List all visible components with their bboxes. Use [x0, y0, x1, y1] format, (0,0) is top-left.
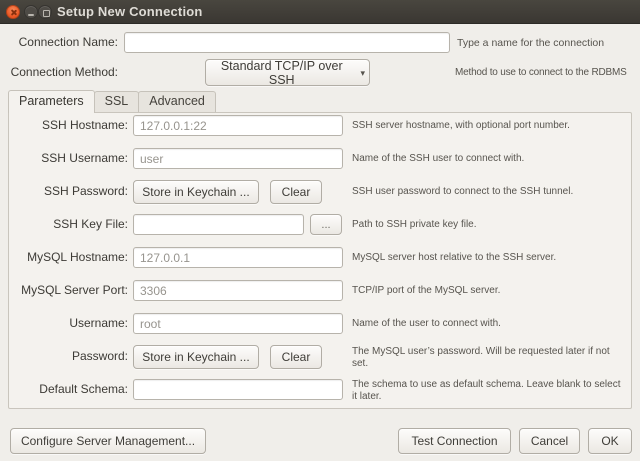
mysql-port-input[interactable] — [133, 280, 343, 301]
ssh-username-input[interactable] — [133, 148, 343, 169]
username-row: Username: Name of the user to connect wi… — [9, 313, 631, 335]
default-schema-hint: The schema to use as default schema. Lea… — [352, 379, 628, 403]
password-hint: The MySQL user’s password. Will be reque… — [352, 346, 628, 370]
connection-method-dropdown[interactable]: Standard TCP/IP over SSH ▾ — [205, 59, 370, 86]
parameters-panel: SSH Hostname: SSH server hostname, with … — [8, 112, 632, 409]
ssh-username-label: SSH Username: — [9, 148, 128, 169]
chevron-down-icon: ▾ — [360, 68, 365, 78]
ssh-hostname-row: SSH Hostname: SSH server hostname, with … — [9, 115, 631, 137]
ssh-username-hint: Name of the SSH user to connect with. — [352, 148, 628, 169]
connection-method-label: Connection Method: — [0, 62, 118, 83]
ssh-hostname-hint: SSH server hostname, with optional port … — [352, 115, 628, 136]
minimize-button[interactable] — [24, 5, 38, 19]
ssh-hostname-input[interactable] — [133, 115, 343, 136]
connection-name-label: Connection Name: — [0, 32, 118, 53]
connection-name-input[interactable] — [124, 32, 450, 53]
tab-bar: Parameters SSL Advanced — [8, 90, 215, 113]
tab-parameters[interactable]: Parameters — [8, 90, 95, 113]
password-row: Password: Store in Keychain ... Clear Th… — [9, 346, 631, 368]
mysql-hostname-input[interactable] — [133, 247, 343, 268]
tab-ssl[interactable]: SSL — [94, 91, 140, 112]
username-hint: Name of the user to connect with. — [352, 313, 628, 334]
test-connection-button[interactable]: Test Connection — [398, 428, 511, 454]
configure-server-management-button[interactable]: Configure Server Management... — [10, 428, 206, 454]
password-clear-button[interactable]: Clear — [270, 345, 322, 369]
mysql-port-label: MySQL Server Port: — [9, 280, 128, 301]
connection-method-value: Standard TCP/IP over SSH — [210, 59, 353, 87]
ssh-keyfile-browse-button[interactable]: ... — [310, 214, 342, 235]
ssh-keyfile-row: SSH Key File: ... Path to SSH private ke… — [9, 214, 631, 236]
close-button[interactable] — [6, 5, 20, 19]
ssh-hostname-label: SSH Hostname: — [9, 115, 128, 136]
close-icon — [10, 9, 16, 15]
username-label: Username: — [9, 313, 128, 334]
cancel-button[interactable]: Cancel — [519, 428, 580, 454]
ssh-password-row: SSH Password: Store in Keychain ... Clea… — [9, 181, 631, 203]
default-schema-row: Default Schema: The schema to use as def… — [9, 379, 631, 401]
titlebar: Setup New Connection — [0, 0, 640, 24]
connection-method-hint: Method to use to connect to the RDBMS — [455, 61, 627, 85]
ssh-password-store-keychain-button[interactable]: Store in Keychain ... — [133, 180, 259, 204]
mysql-hostname-hint: MySQL server host relative to the SSH se… — [352, 247, 628, 268]
mysql-hostname-row: MySQL Hostname: MySQL server host relati… — [9, 247, 631, 269]
ok-button[interactable]: OK — [588, 428, 632, 454]
password-label: Password: — [9, 346, 128, 367]
ssh-keyfile-input[interactable] — [133, 214, 304, 235]
window-title: Setup New Connection — [57, 4, 203, 19]
minimize-icon — [28, 14, 34, 16]
mysql-port-row: MySQL Server Port: TCP/IP port of the My… — [9, 280, 631, 302]
tab-advanced[interactable]: Advanced — [138, 91, 216, 112]
ssh-keyfile-hint: Path to SSH private key file. — [352, 214, 628, 235]
maximize-button[interactable] — [38, 5, 52, 19]
connection-name-hint: Type a name for the connection — [457, 32, 604, 53]
ssh-password-clear-button[interactable]: Clear — [270, 180, 322, 204]
default-schema-label: Default Schema: — [9, 379, 128, 400]
ssh-keyfile-label: SSH Key File: — [9, 214, 128, 235]
ssh-username-row: SSH Username: Name of the SSH user to co… — [9, 148, 631, 170]
mysql-hostname-label: MySQL Hostname: — [9, 247, 128, 268]
mysql-port-hint: TCP/IP port of the MySQL server. — [352, 280, 628, 301]
ssh-password-hint: SSH user password to connect to the SSH … — [352, 181, 628, 202]
default-schema-input[interactable] — [133, 379, 343, 400]
maximize-icon — [43, 10, 50, 17]
username-input[interactable] — [133, 313, 343, 334]
password-store-keychain-button[interactable]: Store in Keychain ... — [133, 345, 259, 369]
ssh-password-label: SSH Password: — [9, 181, 128, 202]
